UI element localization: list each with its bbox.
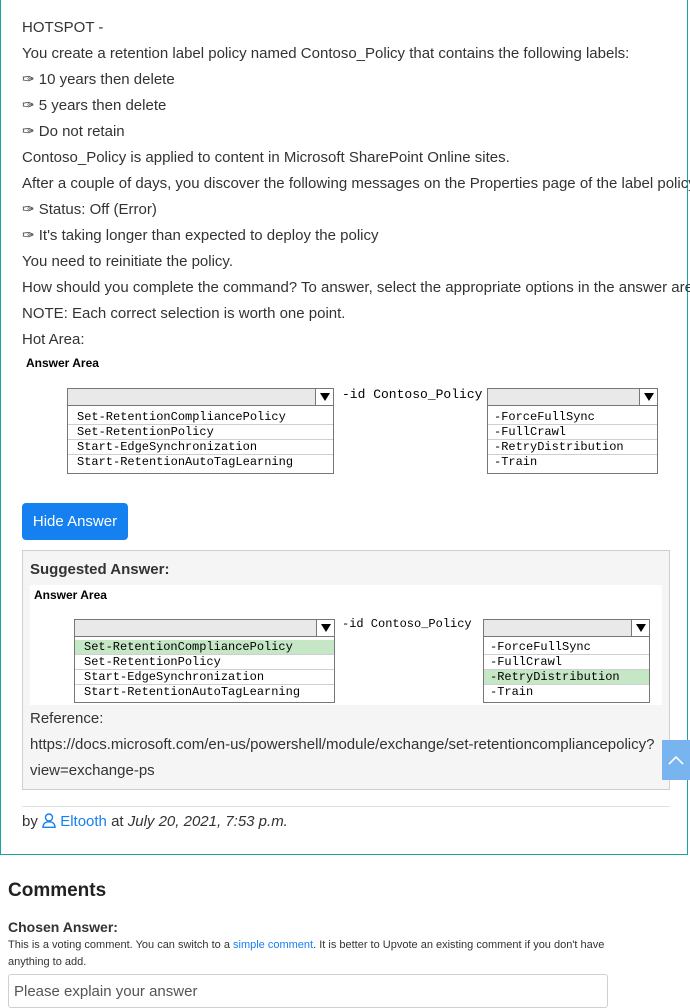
scroll-to-top-button[interactable] [662,740,690,780]
dropdown-header [68,389,333,406]
cmdlet-dropdown[interactable]: Set-RetentionCompliancePolicy Set-Retent… [67,388,334,474]
question-line: NOTE: Each correct selection is worth on… [22,305,346,322]
question-text: HOTSPOT - You create a retention label p… [22,15,690,353]
switch-dropdown[interactable]: -ForceFullSync -FullCrawl -RetryDistribu… [487,388,658,474]
author-name: Eltooth [60,813,107,830]
switch-option: -FullCrawl [484,655,649,670]
dropdown-arrow-icon[interactable] [639,389,657,405]
cmdlet-option: Start-EdgeSynchronization [75,670,334,685]
chevron-up-icon [668,755,684,765]
suggested-answer-image: Answer Area Set-RetentionCompliancePolic… [30,585,662,705]
suggested-answer-title: Suggested Answer: [30,561,170,578]
suggested-switch-dropdown: -ForceFullSync -FullCrawl -RetryDistribu… [483,619,650,703]
cmdlet-options: Set-RetentionCompliancePolicy Set-Retent… [68,406,333,470]
question-line: HOTSPOT - [22,19,104,36]
cmdlet-option: Set-RetentionPolicy [75,655,334,670]
reference-label: Reference: [30,710,104,727]
post-date: July 20, 2021, 7:53 p.m. [127,813,288,830]
simple-comment-link[interactable]: simple comment [233,939,313,951]
switch-option: -Train [490,685,534,699]
question-line: ✑ It's taking longer than expected to de… [22,227,379,244]
comment-input[interactable] [8,974,608,1008]
voting-hint: This is a voting comment. You can switch… [8,937,608,971]
switch-option[interactable]: -RetryDistribution [488,440,657,455]
byline: by Eltooth at July 20, 2021, 7:53 p.m. [22,813,288,830]
question-line: You create a retention label policy name… [22,45,630,62]
byline-by: by [22,813,38,830]
question-line: ✑ 5 years then delete [22,97,167,114]
hide-answer-button[interactable]: Hide Answer [22,503,128,540]
author-link[interactable]: Eltooth [42,813,111,830]
cmdlet-option: Start-RetentionAutoTagLearning [84,685,301,699]
command-text: -id Contoso_Policy [342,387,483,402]
reference: Reference: https://docs.microsoft.com/en… [30,706,662,784]
dropdown-arrow-icon[interactable] [315,389,333,405]
question-card: HOTSPOT - You create a retention label p… [0,0,690,855]
question-line: Contoso_Policy is applied to content in … [22,149,510,166]
dropdown-header [488,389,657,406]
question-line: You need to reinitiate the policy. [22,253,233,270]
answer-area-title: Answer Area [34,588,107,602]
suggested-cmdlet-dropdown: Set-RetentionCompliancePolicy Set-Retent… [74,619,335,703]
question-line: ✑ Status: Off (Error) [22,201,157,218]
comments-heading: Comments [8,880,107,901]
cmdlet-options: Set-RetentionCompliancePolicy Set-Retent… [75,637,334,700]
question-line: ✑ Do not retain [22,123,125,140]
reference-url-line[interactable]: https://docs.microsoft.com/en-us/powersh… [30,732,662,758]
suggested-answer-box: Suggested Answer: Answer Area Set-Retent… [22,550,670,790]
cmdlet-option[interactable]: Set-RetentionPolicy [68,425,333,440]
cmdlet-option[interactable]: Set-RetentionCompliancePolicy [68,410,333,425]
user-icon [42,813,56,828]
divider [22,806,670,807]
dropdown-arrow-icon [631,620,649,636]
switch-option[interactable]: -Train [488,455,657,470]
cmdlet-option[interactable]: Start-EdgeSynchronization [68,440,333,455]
cmdlet-option[interactable]: Start-RetentionAutoTagLearning [68,455,333,470]
question-line: How should you complete the command? To … [22,279,690,296]
switch-option[interactable]: -ForceFullSync [488,410,657,425]
question-line: After a couple of days, you discover the… [22,175,690,192]
switch-option: -ForceFullSync [484,640,649,655]
switch-options: -ForceFullSync -FullCrawl -RetryDistribu… [484,637,649,700]
cmdlet-option-selected: Set-RetentionCompliancePolicy [75,640,334,655]
switch-option[interactable]: -FullCrawl [488,425,657,440]
switch-options: -ForceFullSync -FullCrawl -RetryDistribu… [488,406,657,470]
dropdown-header [484,620,649,637]
byline-at: at [111,813,124,830]
switch-option-selected: -RetryDistribution [484,670,649,685]
answer-area-title: Answer Area [26,356,99,370]
hot-area-image: Answer Area Set-RetentionCompliancePolic… [22,352,670,482]
question-line: ✑ 10 years then delete [22,71,175,88]
dropdown-arrow-icon [316,620,334,636]
voting-text: This is a voting comment. You can switch… [8,939,234,951]
question-line: Hot Area: [22,331,85,348]
command-text: -id Contoso_Policy [342,617,472,631]
chosen-answer-label: Chosen Answer: [8,919,118,935]
dropdown-header [75,620,334,637]
reference-url-line[interactable]: view=exchange-ps [30,758,662,784]
